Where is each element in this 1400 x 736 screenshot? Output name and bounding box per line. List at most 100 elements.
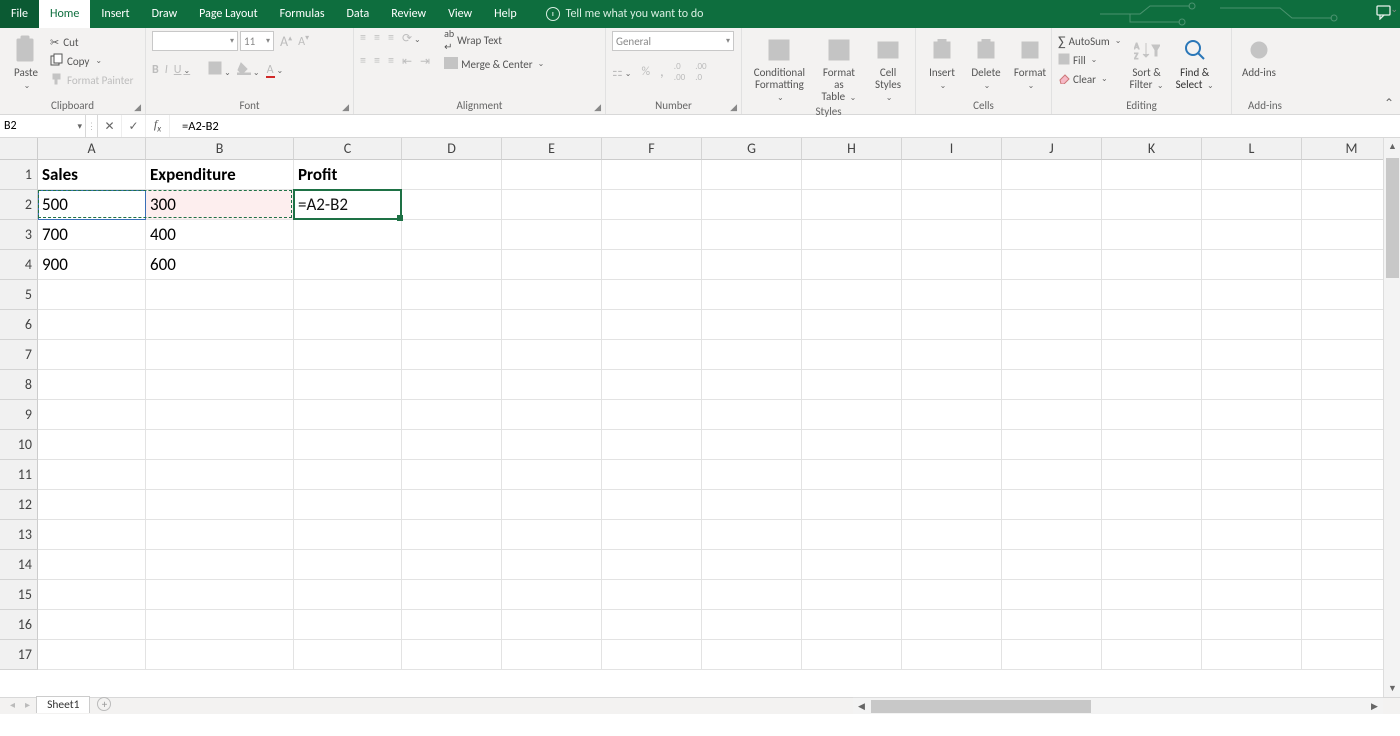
cell-A5[interactable] [38,280,146,310]
italic-button[interactable]: I [165,63,168,77]
cell-G15[interactable] [702,580,802,610]
cell-styles-button[interactable]: CellStyles ⌄ [867,31,909,104]
row-header-2[interactable]: 2 [0,190,38,220]
addins-button[interactable]: Add-ins [1238,31,1280,79]
column-header-G[interactable]: G [702,138,802,160]
cell-E3[interactable] [502,220,602,250]
cell-G8[interactable] [702,370,802,400]
cell-A14[interactable] [38,550,146,580]
increase-font-icon[interactable]: A▴ [280,33,292,50]
cell-J10[interactable] [1002,430,1102,460]
underline-button[interactable]: U⌄ [174,63,190,77]
cell-J1[interactable] [1002,160,1102,190]
cell-D2[interactable] [402,190,502,220]
decrease-decimal-icon[interactable]: .00.0 [695,61,706,83]
cell-H17[interactable] [802,640,902,670]
cell-E4[interactable] [502,250,602,280]
cell-J6[interactable] [1002,310,1102,340]
cell-J8[interactable] [1002,370,1102,400]
clipboard-dialog-launcher[interactable]: ◢ [134,100,141,116]
cell-I17[interactable] [902,640,1002,670]
sheet-nav-prev[interactable]: ◂ [6,698,19,711]
cell-D12[interactable] [402,490,502,520]
cell-H14[interactable] [802,550,902,580]
cell-I3[interactable] [902,220,1002,250]
cell-E6[interactable] [502,310,602,340]
cell-L5[interactable] [1202,280,1302,310]
cell-K3[interactable] [1102,220,1202,250]
comma-icon[interactable]: , [660,63,664,81]
align-bottom-icon[interactable]: ≡ [388,31,394,46]
cell-L1[interactable] [1202,160,1302,190]
paste-button[interactable]: Paste⌄ [6,31,46,92]
cell-G16[interactable] [702,610,802,640]
align-left-icon[interactable]: ≡ [360,54,366,69]
tab-page-layout[interactable]: Page Layout [188,0,268,28]
cell-D16[interactable] [402,610,502,640]
cell-I9[interactable] [902,400,1002,430]
cell-G6[interactable] [702,310,802,340]
cell-D5[interactable] [402,280,502,310]
format-as-table-button[interactable]: Format asTable ⌄ [815,31,863,104]
cell-L9[interactable] [1202,400,1302,430]
name-box-expand[interactable]: ⋮ [86,115,98,137]
cell-C4[interactable] [294,250,402,280]
cell-I11[interactable] [902,460,1002,490]
cell-K7[interactable] [1102,340,1202,370]
cell-B3[interactable]: 400 [146,220,294,250]
cell-A10[interactable] [38,430,146,460]
cell-L4[interactable] [1202,250,1302,280]
cell-I4[interactable] [902,250,1002,280]
sheet-nav-next[interactable]: ▸ [21,698,34,711]
cell-I15[interactable] [902,580,1002,610]
cell-D7[interactable] [402,340,502,370]
collapse-ribbon-icon[interactable]: ⌃ [1384,96,1394,111]
cell-A13[interactable] [38,520,146,550]
cell-C2[interactable]: =A2-B2 [294,190,402,220]
cell-J17[interactable] [1002,640,1102,670]
copy-button[interactable]: Copy⌄ [50,52,133,70]
cell-K17[interactable] [1102,640,1202,670]
column-header-E[interactable]: E [502,138,602,160]
cell-L16[interactable] [1202,610,1302,640]
cell-H16[interactable] [802,610,902,640]
cell-I16[interactable] [902,610,1002,640]
cell-D4[interactable] [402,250,502,280]
cell-J16[interactable] [1002,610,1102,640]
cell-C17[interactable] [294,640,402,670]
cell-E9[interactable] [502,400,602,430]
cell-L8[interactable] [1202,370,1302,400]
cell-B11[interactable] [146,460,294,490]
cell-K6[interactable] [1102,310,1202,340]
format-painter-button[interactable]: Format Painter [50,71,133,89]
cell-H6[interactable] [802,310,902,340]
cell-I8[interactable] [902,370,1002,400]
cell-B17[interactable] [146,640,294,670]
scroll-down-icon[interactable]: ▼ [1384,680,1400,697]
increase-indent-icon[interactable]: ⇥ [420,54,430,69]
column-header-A[interactable]: A [38,138,146,160]
tab-data[interactable]: Data [336,0,381,28]
scroll-up-icon[interactable]: ▲ [1384,138,1400,155]
fill-color-button[interactable]: ⌄ [237,61,260,79]
cell-A4[interactable]: 900 [38,250,146,280]
cell-J2[interactable] [1002,190,1102,220]
cell-F14[interactable] [602,550,702,580]
cell-F2[interactable] [602,190,702,220]
cell-H11[interactable] [802,460,902,490]
cell-B14[interactable] [146,550,294,580]
cell-B10[interactable] [146,430,294,460]
cell-D15[interactable] [402,580,502,610]
cell-E17[interactable] [502,640,602,670]
tab-draw[interactable]: Draw [141,0,189,28]
cell-C1[interactable]: Profit [294,160,402,190]
cell-F17[interactable] [602,640,702,670]
cell-A2[interactable]: 500 [38,190,146,220]
decrease-indent-icon[interactable]: ⇤ [402,54,412,69]
cell-B1[interactable]: Expenditure [146,160,294,190]
cell-B8[interactable] [146,370,294,400]
row-header-9[interactable]: 9 [0,400,38,430]
cell-C8[interactable] [294,370,402,400]
cell-I13[interactable] [902,520,1002,550]
vertical-scrollbar[interactable]: ▲ ▼ [1383,138,1400,697]
